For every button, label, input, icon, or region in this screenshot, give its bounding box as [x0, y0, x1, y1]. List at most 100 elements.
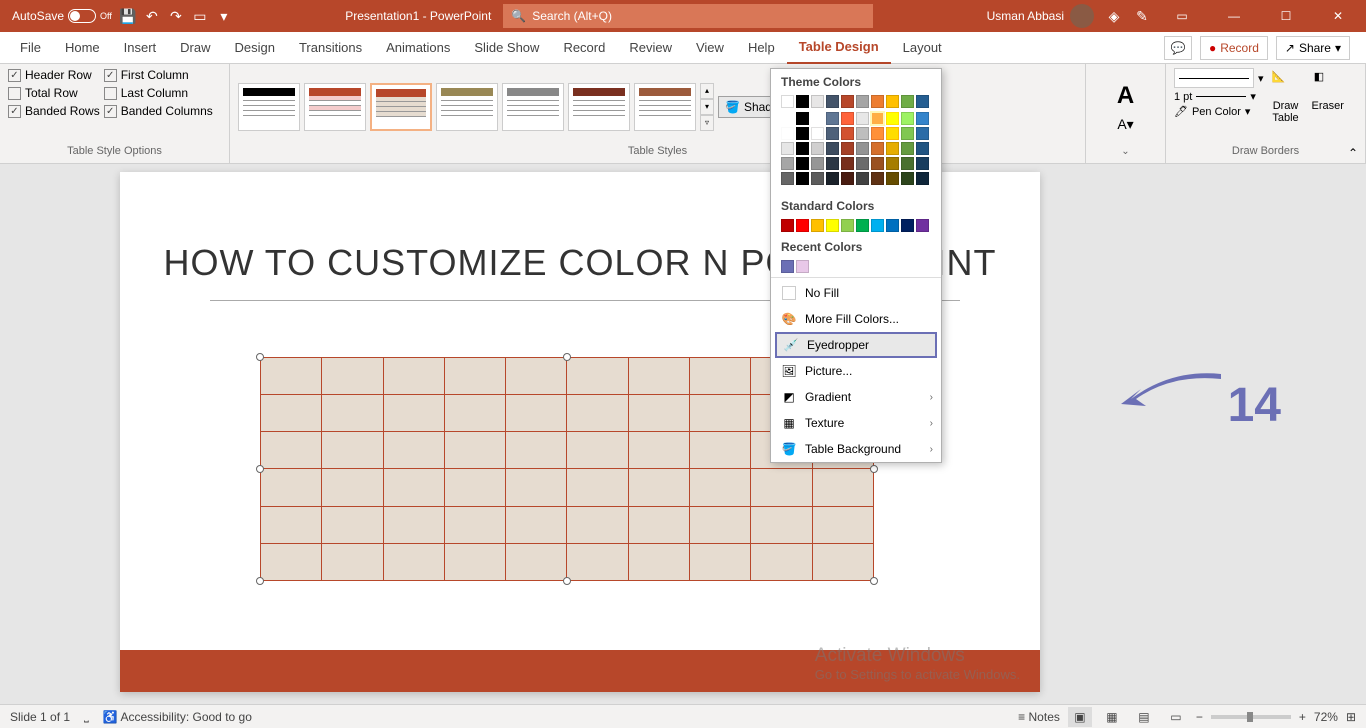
diamond-icon[interactable]: ◈ — [1106, 8, 1122, 24]
color-swatch[interactable] — [841, 142, 854, 155]
check-banded-columns[interactable]: Banded Columns — [104, 104, 213, 118]
gallery-scroll[interactable]: ▴▾▿ — [700, 83, 714, 131]
user-account[interactable]: Usman Abbasi — [987, 4, 1094, 28]
color-swatch[interactable] — [856, 127, 869, 140]
tab-slideshow[interactable]: Slide Show — [462, 32, 551, 64]
tab-file[interactable]: File — [8, 32, 53, 64]
record-button[interactable]: ●Record — [1200, 36, 1268, 60]
style-thumb-1[interactable] — [238, 83, 300, 131]
color-swatch[interactable] — [841, 172, 854, 185]
normal-view-button[interactable]: ▣ — [1068, 707, 1092, 727]
color-swatch[interactable] — [796, 260, 809, 273]
color-swatch[interactable] — [916, 219, 929, 232]
color-swatch[interactable] — [796, 157, 809, 170]
style-thumb-7[interactable] — [634, 83, 696, 131]
selection-handle[interactable] — [870, 465, 878, 473]
color-swatch[interactable] — [871, 219, 884, 232]
color-swatch[interactable] — [781, 127, 794, 140]
menu-table-background[interactable]: 🪣 Table Background › — [771, 436, 941, 462]
color-swatch[interactable] — [811, 157, 824, 170]
color-swatch[interactable] — [886, 172, 899, 185]
color-swatch[interactable] — [856, 219, 869, 232]
tab-help[interactable]: Help — [736, 32, 787, 64]
selection-handle[interactable] — [256, 465, 264, 473]
color-swatch[interactable] — [886, 112, 899, 125]
color-swatch[interactable] — [796, 95, 809, 108]
sorter-view-button[interactable]: ▦ — [1100, 707, 1124, 727]
color-swatch[interactable] — [811, 95, 824, 108]
style-thumb-5[interactable] — [502, 83, 564, 131]
color-swatch[interactable] — [901, 112, 914, 125]
undo-icon[interactable]: ↶ — [144, 8, 160, 24]
color-swatch[interactable] — [886, 95, 899, 108]
color-swatch[interactable] — [826, 127, 839, 140]
close-button[interactable]: ✕ — [1318, 0, 1358, 32]
color-swatch[interactable] — [826, 172, 839, 185]
collapse-ribbon-icon[interactable]: ⌃ — [1348, 146, 1358, 160]
maximize-button[interactable]: ☐ — [1266, 0, 1306, 32]
color-swatch[interactable] — [916, 95, 929, 108]
color-swatch[interactable] — [796, 219, 809, 232]
color-swatch[interactable] — [871, 127, 884, 140]
color-swatch[interactable] — [901, 157, 914, 170]
group-label[interactable]: ⌄ — [1094, 146, 1157, 159]
color-swatch[interactable] — [901, 95, 914, 108]
color-swatch[interactable] — [856, 95, 869, 108]
tab-view[interactable]: View — [684, 32, 736, 64]
color-swatch[interactable] — [871, 112, 884, 125]
selection-handle[interactable] — [870, 577, 878, 585]
color-swatch[interactable] — [841, 157, 854, 170]
tab-home[interactable]: Home — [53, 32, 112, 64]
slideshow-start-icon[interactable]: ▭ — [192, 8, 208, 24]
tab-insert[interactable]: Insert — [112, 32, 169, 64]
zoom-out-button[interactable]: − — [1196, 710, 1203, 724]
color-swatch[interactable] — [826, 157, 839, 170]
zoom-in-button[interactable]: + — [1299, 710, 1306, 724]
color-swatch[interactable] — [796, 127, 809, 140]
fit-to-window-button[interactable]: ⊞ — [1346, 710, 1356, 724]
color-swatch[interactable] — [811, 112, 824, 125]
color-swatch[interactable] — [856, 157, 869, 170]
color-swatch[interactable] — [901, 142, 914, 155]
coming-soon-icon[interactable]: ✎ — [1134, 8, 1150, 24]
color-swatch[interactable] — [886, 219, 899, 232]
tab-draw[interactable]: Draw — [168, 32, 222, 64]
language-icon[interactable]: ⎵ — [84, 709, 89, 724]
color-swatch[interactable] — [856, 172, 869, 185]
selection-handle[interactable] — [256, 353, 264, 361]
color-swatch[interactable] — [796, 172, 809, 185]
menu-more-fill-colors[interactable]: 🎨 More Fill Colors... — [771, 306, 941, 332]
color-swatch[interactable] — [781, 172, 794, 185]
share-button[interactable]: ↗Share▾ — [1276, 36, 1350, 60]
color-swatch[interactable] — [871, 172, 884, 185]
color-swatch[interactable] — [841, 95, 854, 108]
style-thumb-6[interactable] — [568, 83, 630, 131]
check-total-row[interactable]: Total Row — [8, 86, 100, 100]
color-swatch[interactable] — [871, 95, 884, 108]
ribbon-mode-icon[interactable]: ▭ — [1162, 0, 1202, 32]
style-thumb-2[interactable] — [304, 83, 366, 131]
color-swatch[interactable] — [841, 112, 854, 125]
tab-design[interactable]: Design — [223, 32, 287, 64]
menu-eyedropper[interactable]: 💉 Eyedropper — [775, 332, 937, 358]
color-swatch[interactable] — [916, 127, 929, 140]
minimize-button[interactable]: — — [1214, 0, 1254, 32]
tab-review[interactable]: Review — [617, 32, 684, 64]
tab-table-design[interactable]: Table Design — [787, 32, 891, 64]
table-style-gallery[interactable]: ▴▾▿ — [238, 83, 714, 131]
qat-more-icon[interactable]: ▾ — [216, 8, 232, 24]
color-swatch[interactable] — [841, 127, 854, 140]
style-thumb-3[interactable] — [370, 83, 432, 131]
draw-table-button[interactable]: 📐 Draw Table — [1268, 68, 1304, 126]
redo-icon[interactable]: ↷ — [168, 8, 184, 24]
color-swatch[interactable] — [781, 219, 794, 232]
color-swatch[interactable] — [781, 112, 794, 125]
color-swatch[interactable] — [781, 95, 794, 108]
color-swatch[interactable] — [826, 142, 839, 155]
color-swatch[interactable] — [826, 112, 839, 125]
toggle-switch[interactable] — [68, 9, 96, 23]
selection-handle[interactable] — [563, 577, 571, 585]
tab-animations[interactable]: Animations — [374, 32, 462, 64]
menu-picture[interactable]: 🖼 Picture... — [771, 358, 941, 384]
color-swatch[interactable] — [826, 95, 839, 108]
